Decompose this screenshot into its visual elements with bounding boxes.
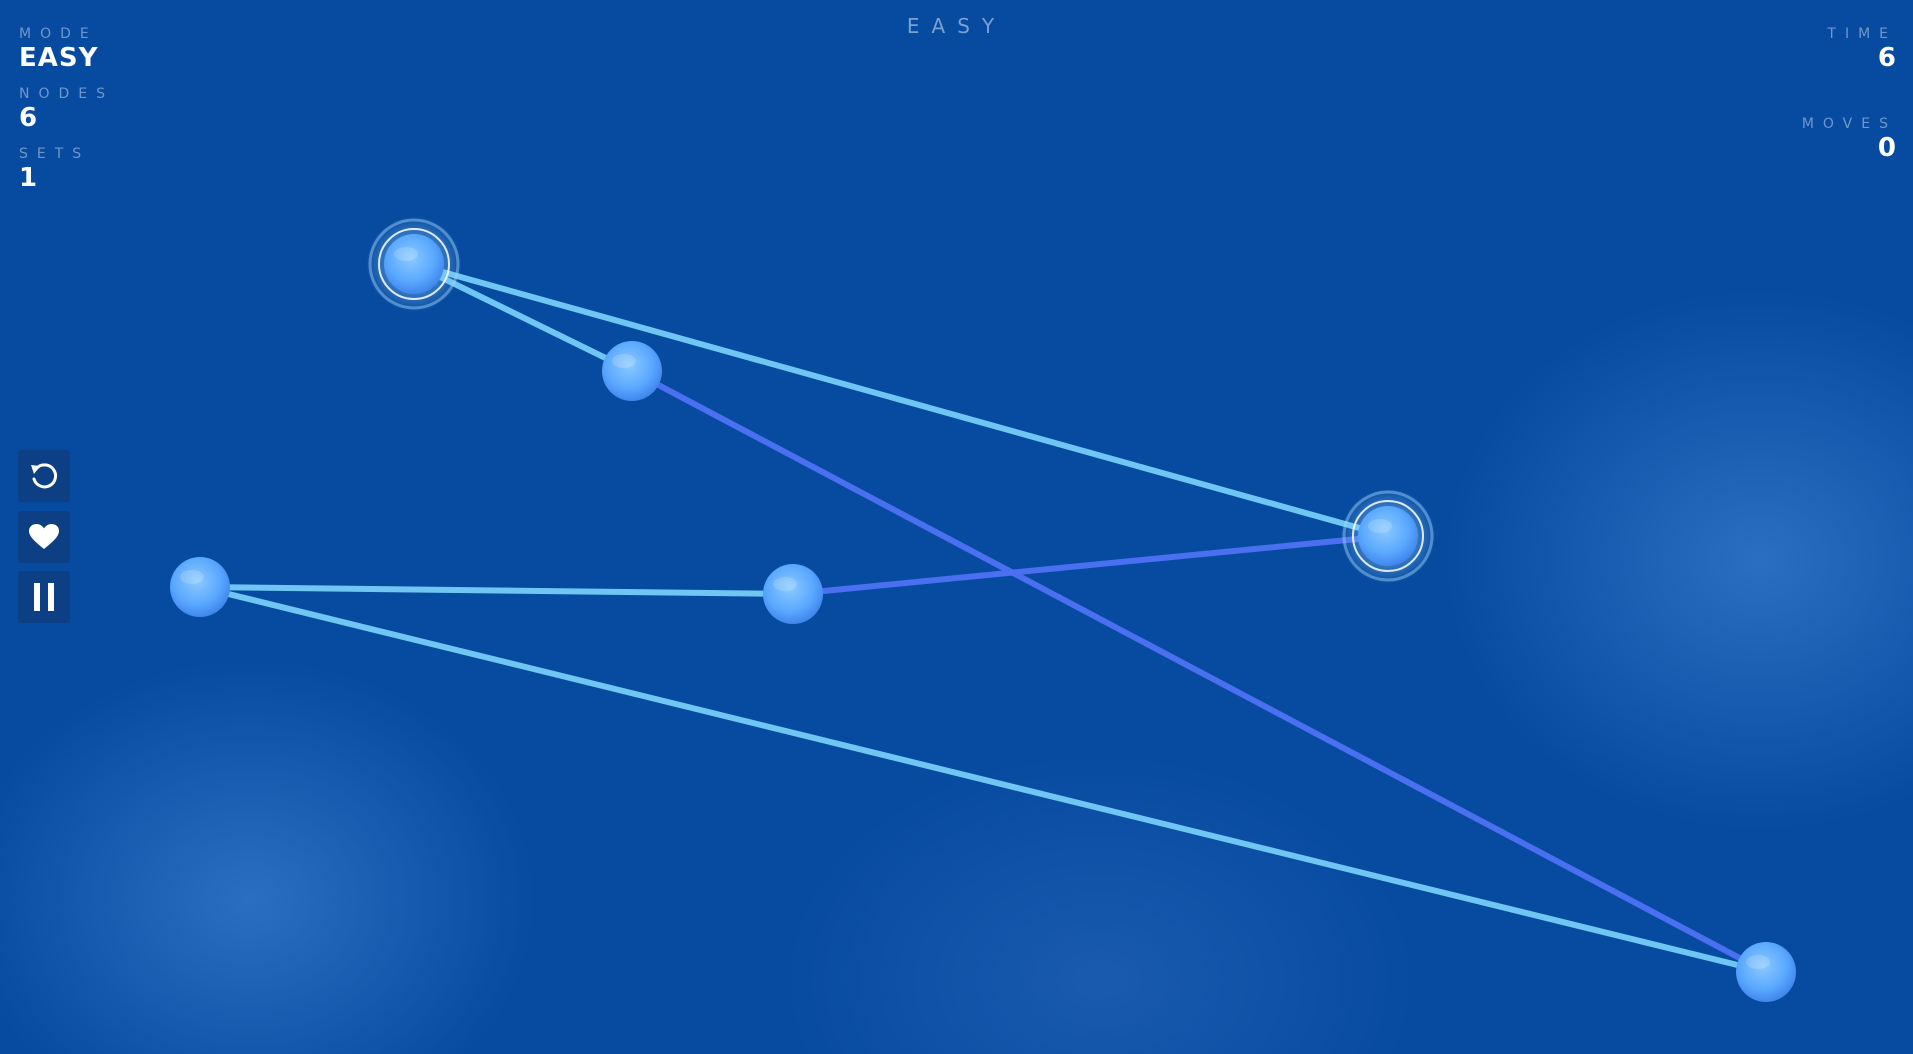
edge-d-e: [197, 584, 796, 597]
puzzle-board[interactable]: [0, 0, 1913, 1054]
edge-a-c: [411, 261, 1391, 539]
mode-value: EASY: [19, 43, 99, 73]
time-stat: TIME 6: [1827, 26, 1897, 74]
pause-icon: [34, 583, 54, 611]
mode-label: MODE: [19, 26, 98, 42]
sets-label: SETS: [19, 146, 91, 162]
edge-d-f: [197, 584, 1769, 975]
sets-value: 1: [19, 163, 39, 193]
nodes-label: NODES: [19, 86, 115, 102]
node-b[interactable]: [602, 341, 662, 401]
heart-icon: [29, 524, 59, 549]
moves-label: MOVES: [1801, 116, 1897, 132]
node-d[interactable]: [170, 557, 230, 617]
node-e[interactable]: [763, 564, 823, 624]
node-f[interactable]: [1736, 942, 1796, 1002]
nodes-stat: NODES 6: [19, 86, 114, 134]
level-title: EASY: [906, 14, 1007, 38]
moves-value: 0: [1877, 133, 1897, 163]
sets-stat: SETS 1: [19, 146, 90, 194]
node-a[interactable]: [366, 216, 462, 312]
time-label: TIME: [1827, 26, 1897, 42]
pause-button[interactable]: [18, 571, 70, 623]
edge-b-f: [629, 368, 1769, 975]
restart-icon: [31, 463, 58, 489]
time-value: 6: [1877, 43, 1897, 73]
node-c[interactable]: [1340, 488, 1436, 584]
mode-stat: MODE EASY: [19, 26, 98, 74]
favorite-button[interactable]: [18, 511, 70, 563]
restart-button[interactable]: [18, 450, 70, 502]
moves-stat: MOVES 0: [1802, 116, 1897, 164]
edge-e-c: [790, 533, 1391, 597]
nodes-value: 6: [19, 103, 39, 133]
